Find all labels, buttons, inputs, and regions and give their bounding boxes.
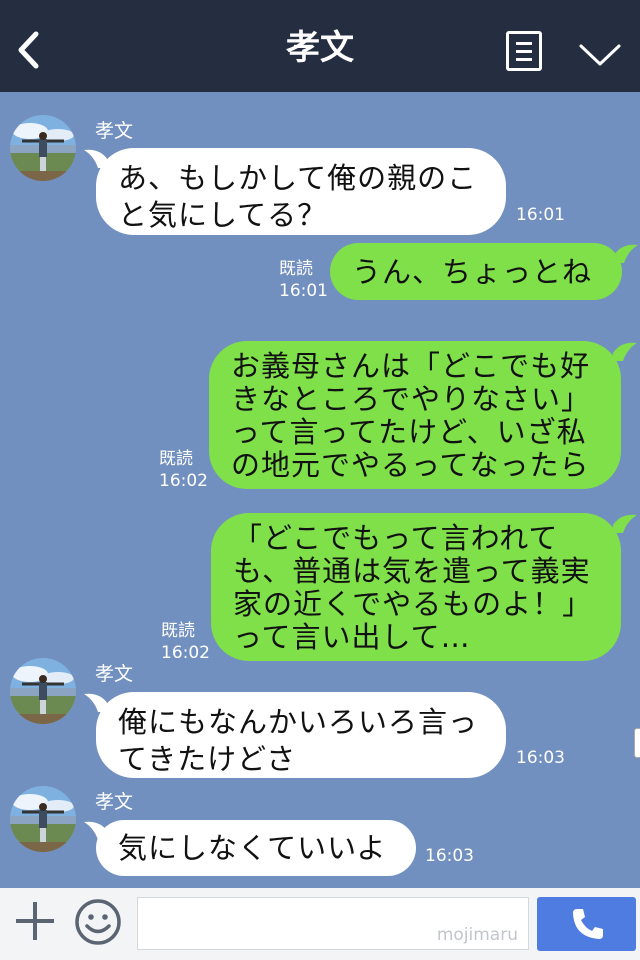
message-time: 16:02 [159,471,208,491]
avatar[interactable] [10,658,76,724]
message-line: うん、ちょっとね [352,255,593,289]
read-label: 既読 [279,259,313,279]
read-label: 既読 [159,449,193,469]
message-bubble[interactable]: お義母さんは「どこでも好 きなところでやりなさい」 って言ってたけど、いざ私 の… [209,341,621,489]
menu-icon[interactable] [506,31,542,71]
avatar[interactable] [10,115,76,181]
message-line: てきたけどさ [118,742,297,776]
input-bar: mojimaru [0,888,640,960]
chat-title: 孝文 [286,28,354,68]
message-time: 16:01 [279,281,328,301]
read-receipt: 既読 16:02 [161,620,210,664]
message-line: お義母さんは「どこでも好 [231,349,591,383]
message-bubble[interactable]: 気にしなくていいよ [96,820,416,876]
message-time: 16:02 [161,643,210,663]
message-line: あ、もしかして俺の親のこ [118,161,478,195]
message-line: って言い出して… [233,620,471,654]
message-line: 気にしなくていいよ [118,831,387,865]
smile-icon[interactable] [74,898,122,946]
sender-name: 孝文 [95,663,134,685]
scroll-handle[interactable] [634,728,640,758]
message-line: って言ってたけど、いざ私 [231,415,587,449]
header-bar: 孝文 [0,0,640,92]
bubble-tail [614,244,638,263]
chevron-down-icon[interactable] [578,42,622,68]
message-line: と気にしてる？ [118,198,328,232]
avatar[interactable] [10,786,76,852]
message-bubble[interactable]: あ、もしかして俺の親のこ と気にしてる？ [96,148,506,235]
message-input[interactable]: mojimaru [137,897,529,950]
message-time: 16:03 [425,846,474,866]
message-line: の地元でやるってなったら [231,448,590,482]
message-bubble[interactable]: 「どこでもって言われて も、普通は気を遣って義実 家の近くでやるものよ！」 って… [211,513,621,661]
watermark: mojimaru [436,925,518,945]
message-line: も、普通は気を遣って義実 [233,554,591,588]
message-time: 16:01 [516,205,565,225]
bubble-tail [613,342,637,361]
message-bubble[interactable]: 俺にもなんかいろいろ言っ てきたけどさ [96,692,506,778]
message-line: 俺にもなんかいろいろ言っ [118,705,479,739]
message-time: 16:03 [516,748,565,768]
read-receipt: 既読 16:01 [279,258,328,302]
sender-name: 孝文 [95,120,134,142]
phone-icon [573,909,603,939]
sender-name: 孝文 [95,791,134,813]
message-line: 家の近くでやるものよ！」 [233,587,593,621]
message-line: きなところでやりなさい」 [231,382,592,416]
call-button[interactable] [537,897,636,951]
message-bubble[interactable]: うん、ちょっとね [330,243,622,300]
read-receipt: 既読 16:02 [159,448,208,492]
message-line: 「どこでもって言われて [233,521,559,555]
read-label: 既読 [161,621,195,641]
chat-area[interactable]: 孝文 あ、もしかして俺の親のこ と気にしてる？ 16:01 既読 16:01 う… [0,92,640,888]
plus-icon[interactable] [14,900,56,942]
bubble-tail [613,514,637,533]
